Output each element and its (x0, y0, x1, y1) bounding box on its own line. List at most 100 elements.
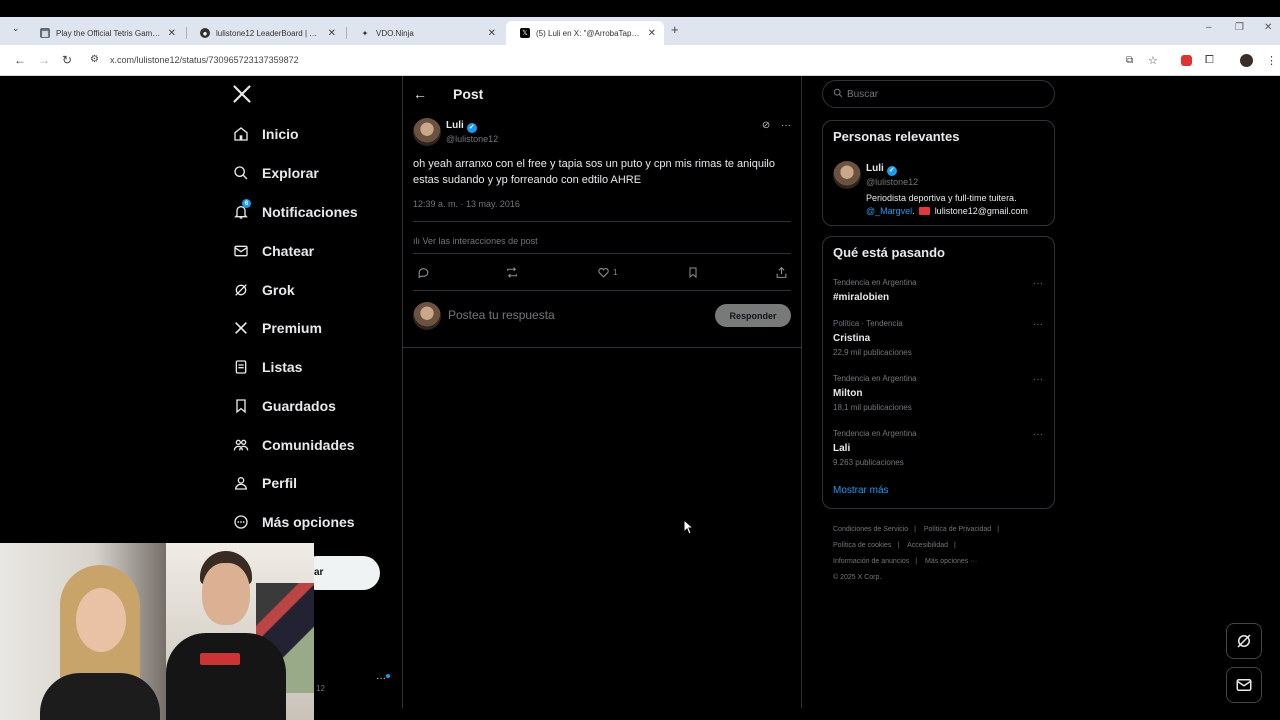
browser-menu-icon[interactable]: ⋮ (1266, 54, 1277, 67)
heart-icon (598, 268, 609, 278)
tab-title: (5) Luli en X: "@ArrobaTapu oh (536, 28, 642, 38)
trends-card: Qué está pasando Tendencia en Argentina … (822, 236, 1055, 509)
grok-float-button[interactable] (1226, 623, 1262, 659)
footer-link[interactable]: Política de cookies (833, 542, 891, 549)
trend-more-icon[interactable]: ··· (1033, 374, 1043, 385)
mail-icon (1236, 679, 1252, 691)
nav-item-comunidades[interactable]: Comunidades (232, 430, 355, 460)
trend-context: Tendencia en Argentina (833, 278, 917, 287)
tab-title: VDO.Ninja (376, 28, 414, 38)
footer-link[interactable]: Más opciones ··· (925, 558, 977, 565)
author-avatar[interactable] (413, 118, 441, 146)
search-box[interactable] (822, 80, 1055, 108)
like-button[interactable]: 1 (597, 266, 617, 279)
nav-item-chatear[interactable]: Chatear (232, 236, 314, 266)
extensions-puzzle-icon[interactable]: ⧠ (1205, 54, 1214, 67)
footer-link[interactable]: Información de anuncios (833, 558, 909, 565)
home-icon (232, 125, 250, 143)
bookmark-star-icon[interactable]: ☆ (1148, 54, 1158, 67)
ninja-favicon-icon: ✦ (361, 28, 369, 38)
reply-icon[interactable] (417, 266, 430, 279)
grok-explain-icon[interactable]: ⊘ (762, 120, 770, 131)
install-app-icon[interactable]: ⧉ (1126, 55, 1133, 66)
bookmark-post-icon[interactable] (687, 266, 699, 279)
reply-button[interactable]: Responder (715, 304, 791, 327)
communities-icon (232, 436, 250, 454)
nav-item-explorar[interactable]: Explorar (232, 158, 319, 188)
trend-item[interactable]: Política · Tendencia Cristina 22,9 mil p… (833, 319, 1045, 357)
divider (413, 221, 791, 222)
relevant-name-text: Luli (866, 163, 884, 174)
footer-link[interactable]: Política de Privacidad (924, 526, 991, 533)
nav-item-notificaciones[interactable]: 6 Notificaciones (232, 197, 358, 227)
trend-more-icon[interactable]: ··· (1033, 429, 1043, 440)
post-actions: 1 (413, 266, 791, 284)
minimize-window-icon[interactable]: – (1206, 22, 1212, 33)
more-options-icon[interactable]: ··· (781, 120, 791, 131)
bio-mention-link[interactable]: @_Margvel (866, 206, 912, 216)
profile-avatar-icon[interactable] (1240, 54, 1253, 67)
forward-icon[interactable]: → (38, 53, 50, 67)
close-tab-icon[interactable]: ✕ (168, 28, 176, 39)
share-icon[interactable] (775, 266, 788, 279)
trend-more-icon[interactable]: ··· (1033, 319, 1043, 330)
trend-item[interactable]: Tendencia en Argentina Milton 18,1 mil p… (833, 374, 1045, 412)
relevant-handle[interactable]: @lulistone12 (866, 177, 918, 187)
reply-input[interactable]: Postea tu respuesta (448, 308, 555, 322)
nav-item-mas-opciones[interactable]: Más opciones (232, 507, 355, 537)
close-tab-icon[interactable]: ✕ (648, 28, 656, 39)
browser-tab[interactable]: ✦ VDO.Ninja ✕ (346, 21, 504, 45)
url-bar[interactable]: x.com/lulistone12/status/730965723137359… (110, 55, 299, 65)
close-window-icon[interactable]: ✕ (1264, 22, 1272, 33)
back-arrow-icon[interactable]: ← (413, 86, 427, 102)
browser-tab[interactable]: ● lulistone12 LeaderBoard | The l ✕ (186, 21, 344, 45)
restore-window-icon[interactable]: ❐ (1235, 22, 1244, 33)
back-icon[interactable]: ← (14, 53, 26, 67)
post-timestamp[interactable]: 12:39 a. m. · 13 may. 2016 (413, 199, 520, 209)
nav-item-listas[interactable]: Listas (232, 352, 302, 382)
author-name[interactable]: Luli ✓ (446, 120, 477, 133)
footer-link[interactable]: Accesibilidad (907, 542, 948, 549)
tab-title: Play the Official Tetris Game fo (56, 28, 162, 38)
browser-tab[interactable]: ▦ Play the Official Tetris Game fo ✕ (26, 21, 184, 45)
nav-item-premium[interactable]: Premium (232, 313, 322, 343)
x-logo-icon[interactable] (232, 84, 252, 104)
search-input[interactable] (847, 88, 1037, 100)
envelope-emoji-icon (919, 207, 931, 215)
trend-item[interactable]: Tendencia en Argentina Lali 9.263 public… (833, 429, 1045, 467)
tab-list-dropdown-icon[interactable]: ⌄ (12, 23, 20, 34)
show-more-link[interactable]: Mostrar más (833, 485, 889, 496)
reload-icon[interactable]: ↻ (62, 53, 72, 67)
close-tab-icon[interactable]: ✕ (488, 28, 496, 39)
account-menu-icon[interactable]: ··· (376, 673, 386, 684)
new-tab-icon[interactable]: + (671, 22, 679, 37)
relevant-avatar[interactable] (833, 161, 861, 189)
nav-item-guardados[interactable]: Guardados (232, 391, 336, 421)
messages-float-button[interactable] (1226, 667, 1262, 703)
trend-count: 9.263 publicaciones (833, 458, 904, 467)
github-favicon-icon: ● (200, 28, 210, 38)
post-text: oh yeah arranxo con el free y tapia sos … (413, 158, 775, 186)
copyright: © 2025 X Corp. (833, 574, 882, 581)
extension-icon[interactable] (1181, 55, 1192, 66)
x-premium-icon (232, 319, 250, 337)
bookmark-icon (232, 397, 250, 415)
author-handle[interactable]: @lulistone12 (446, 134, 498, 144)
view-interactions-link[interactable]: ılı Ver las interacciones de post (413, 236, 538, 246)
grok-icon (1237, 634, 1251, 648)
trend-item[interactable]: Tendencia en Argentina #miralobien ··· (833, 278, 1045, 303)
close-tab-icon[interactable]: ✕ (328, 28, 336, 39)
relevant-name[interactable]: Luli ✓ (866, 163, 897, 176)
bio-email: lulistone12@gmail.com (934, 206, 1028, 216)
notification-badge: 6 (242, 199, 251, 208)
trend-more-icon[interactable]: ··· (1033, 278, 1043, 289)
repost-icon[interactable] (505, 266, 519, 279)
trend-name: #miralobien (833, 292, 890, 303)
nav-item-grok[interactable]: Grok (232, 275, 295, 305)
profile-icon (232, 474, 250, 492)
browser-tab-active[interactable]: 𝕏 (5) Luli en X: "@ArrobaTapu oh ✕ (506, 21, 664, 45)
footer-link[interactable]: Condiciones de Servicio (833, 526, 908, 533)
nav-item-inicio[interactable]: Inicio (232, 119, 299, 149)
site-info-icon[interactable]: ⚙ (90, 54, 99, 65)
nav-item-perfil[interactable]: Perfil (232, 468, 297, 498)
